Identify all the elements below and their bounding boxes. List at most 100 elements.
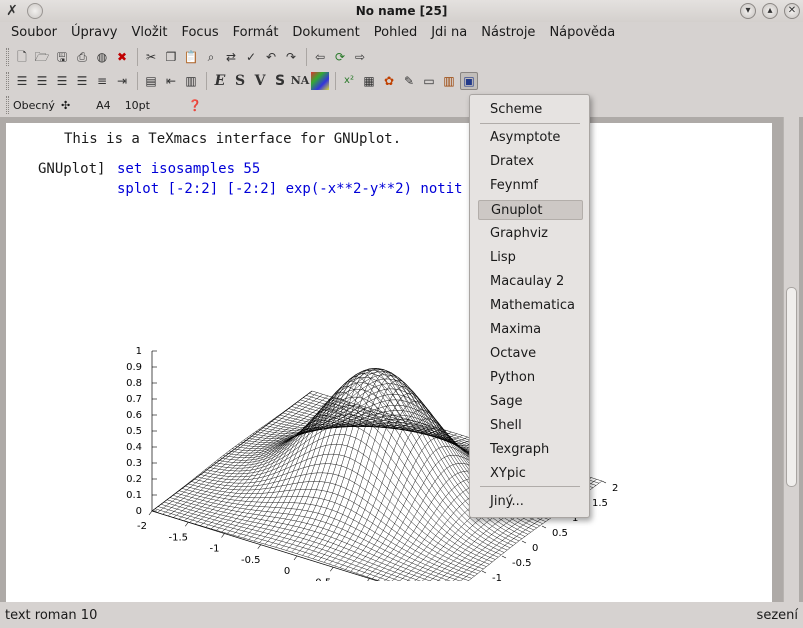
toolbar-grip[interactable]	[6, 72, 9, 90]
emphasis-icon[interactable]: E	[211, 72, 229, 90]
menu-jdi-na[interactable]: Jdi na	[424, 22, 474, 44]
menu-item-feynmf[interactable]: Feynmf	[478, 176, 583, 196]
table-align-icon[interactable]: ▤	[142, 72, 160, 90]
font-size-selector[interactable]: 10pt	[125, 99, 150, 112]
menu-pohled[interactable]: Pohled	[367, 22, 424, 44]
menu-nastroje[interactable]: Nástroje	[474, 22, 542, 44]
menu-item-sage[interactable]: Sage	[478, 392, 583, 412]
replace-icon[interactable]: ⇄	[222, 48, 240, 66]
find-icon[interactable]: ⌕	[202, 48, 220, 66]
y-tick-label: 2	[612, 483, 618, 494]
align-center-icon[interactable]: ☰	[33, 72, 51, 90]
refresh-icon[interactable]: ⟳	[331, 48, 349, 66]
scrollbar-thumb[interactable]	[786, 287, 797, 487]
y-tick-label: -0.5	[512, 558, 532, 569]
frame-icon[interactable]: ▭	[420, 72, 438, 90]
paste-icon[interactable]: 📋	[182, 48, 200, 66]
session-icon[interactable]: ▣	[460, 72, 478, 90]
center-icon[interactable]: ▥	[182, 72, 200, 90]
status-right: sezení	[756, 607, 798, 623]
status-bar: text roman 10 sezení	[0, 602, 803, 628]
globe-icon[interactable]: ◍	[93, 48, 111, 66]
session-input-line-2[interactable]: splot [-2:2] [-2:2] exp(-x**2-y**2) noti…	[117, 181, 463, 197]
x-tick	[185, 522, 189, 527]
copy-icon[interactable]: ❐	[162, 48, 180, 66]
vertical-scrollbar[interactable]	[783, 117, 799, 602]
x-tick-label: -1.5	[168, 532, 188, 543]
toolbar-separator	[206, 72, 207, 90]
name-icon[interactable]: NA	[291, 72, 310, 90]
menu-focus[interactable]: Focus	[174, 22, 225, 44]
forward-icon[interactable]: ⇨	[351, 48, 369, 66]
add-package-icon[interactable]: ✣	[61, 99, 70, 112]
indent-icon[interactable]: ⇥	[113, 72, 131, 90]
align-left-icon[interactable]: ☰	[13, 72, 31, 90]
menu-dokument[interactable]: Dokument	[285, 22, 366, 44]
align-justify-icon[interactable]: ☰	[73, 72, 91, 90]
film-icon[interactable]: ▥	[440, 72, 458, 90]
spell-icon[interactable]: ✓	[242, 48, 260, 66]
menu-item-jin[interactable]: Jiný...	[478, 492, 583, 512]
menu-item-lisp[interactable]: Lisp	[478, 248, 583, 268]
menu-soubor[interactable]: Soubor	[4, 22, 64, 44]
menu-item-scheme[interactable]: Scheme	[478, 100, 583, 120]
back-icon[interactable]: ⇦	[311, 48, 329, 66]
maximize-button[interactable]: ▴	[762, 3, 778, 19]
minimize-button[interactable]: ▾	[740, 3, 756, 19]
intro-text: This is a TeXmacs interface for GNUplot.	[64, 131, 402, 147]
menu-item-maxima[interactable]: Maxima	[478, 320, 583, 340]
palette-icon[interactable]: ✿	[380, 72, 398, 90]
superscript-icon[interactable]: x²	[340, 72, 358, 90]
align-right-icon[interactable]: ☰	[53, 72, 71, 90]
menu-vlozit[interactable]: Vložit	[124, 22, 174, 44]
document-area: This is a TeXmacs interface for GNUplot.…	[0, 117, 803, 602]
menu-format[interactable]: Formát	[226, 22, 286, 44]
menu-napoveda[interactable]: Nápověda	[542, 22, 622, 44]
z-tick-label: 0.7	[126, 394, 142, 405]
list-icon[interactable]: ≡	[93, 72, 111, 90]
menu-item-macaulay-2[interactable]: Macaulay 2	[478, 272, 583, 292]
menu-item-texgraph[interactable]: Texgraph	[478, 440, 583, 460]
menu-bar: Soubor Úpravy Vložit Focus Formát Dokume…	[0, 22, 803, 44]
session-input-line-1[interactable]: set isosamples 55	[117, 161, 260, 177]
toolbar-grip[interactable]	[6, 48, 9, 66]
document-page[interactable]: This is a TeXmacs interface for GNUplot.…	[6, 123, 772, 602]
close-button[interactable]: ✕	[784, 3, 800, 19]
table-icon[interactable]: ▦	[360, 72, 378, 90]
paper-size-selector[interactable]: A4	[96, 99, 111, 112]
save-icon[interactable]: 🖫	[53, 48, 71, 66]
menu-item-python[interactable]: Python	[478, 368, 583, 388]
format-toolbar: ☰ ☰ ☰ ☰ ≡ ⇥ ▤ ⇤ ▥ E S V S NA x² ▦ ✿ ✎ ▭ …	[0, 69, 803, 93]
undo-icon[interactable]: ↶	[262, 48, 280, 66]
toolbar-grip[interactable]	[6, 96, 9, 114]
menu-item-dratex[interactable]: Dratex	[478, 152, 583, 172]
z-tick-label: 0	[136, 506, 142, 517]
y-tick	[501, 555, 507, 559]
open-icon[interactable]: 🗁	[33, 48, 51, 66]
close-x-icon[interactable]: ✖	[113, 48, 131, 66]
outdent-icon[interactable]: ⇤	[162, 72, 180, 90]
help-icon[interactable]: ❓	[188, 99, 202, 112]
menu-item-mathematica[interactable]: Mathematica	[478, 296, 583, 316]
menu-item-shell[interactable]: Shell	[478, 416, 583, 436]
new-icon[interactable]: 🗋	[13, 48, 31, 66]
toolbar-separator	[335, 72, 336, 90]
menu-item-asymptote[interactable]: Asymptote	[478, 128, 583, 148]
color-grid-icon[interactable]	[311, 72, 329, 90]
print-icon[interactable]: ⎙	[73, 48, 91, 66]
menu-item-xypic[interactable]: XYpic	[478, 464, 583, 484]
menu-upravy[interactable]: Úpravy	[64, 22, 124, 44]
x-tick	[257, 544, 261, 549]
z-tick-label: 0.9	[126, 362, 142, 373]
redo-icon[interactable]: ↷	[282, 48, 300, 66]
sans-serif-icon[interactable]: S	[271, 72, 289, 90]
pen-icon[interactable]: ✎	[400, 72, 418, 90]
verbatim-icon[interactable]: V	[251, 72, 269, 90]
menu-item-graphviz[interactable]: Graphviz	[478, 224, 583, 244]
cut-icon[interactable]: ✂	[142, 48, 160, 66]
style-selector[interactable]: Obecný	[13, 99, 55, 112]
menu-item-gnuplot[interactable]: Gnuplot	[478, 200, 583, 220]
x-tick-label: -2	[137, 521, 147, 532]
strong-icon[interactable]: S	[231, 72, 249, 90]
menu-item-octave[interactable]: Octave	[478, 344, 583, 364]
